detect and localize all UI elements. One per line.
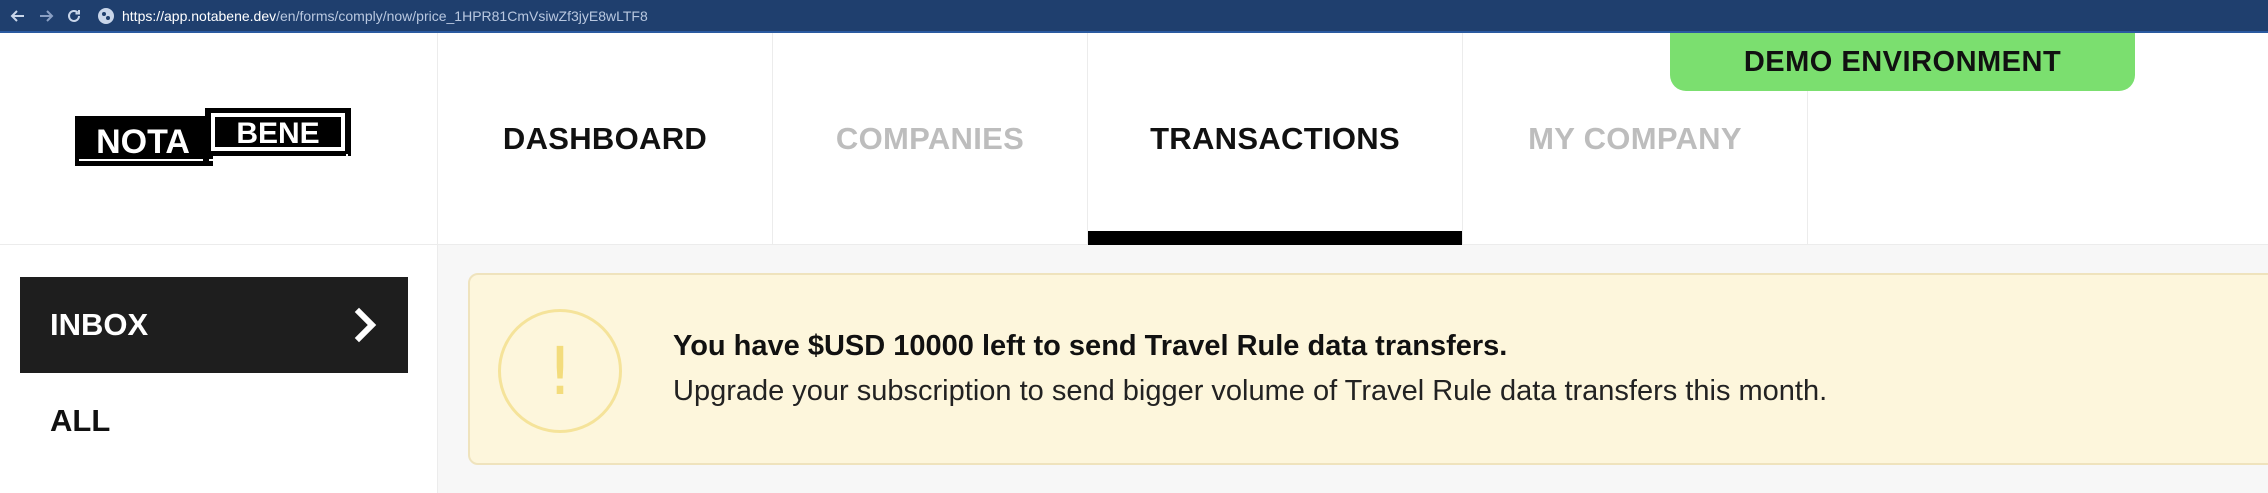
logo-text-nota: NOTA: [96, 123, 190, 161]
tab-label: DASHBOARD: [502, 120, 708, 156]
sidebar-item-all[interactable]: ALL: [20, 373, 408, 469]
alert-text: Upgrade your subscription to send bigger…: [673, 375, 1828, 407]
tab-dashboard[interactable]: DASHBOARD: [438, 33, 773, 245]
sidebar-item-label: ALL: [50, 403, 111, 438]
notabene-logo[interactable]: NOTA BENE: [75, 108, 351, 168]
logo-area: NOTA BENE: [0, 33, 438, 245]
url-field[interactable]: https://app.notabene.dev/en/forms/comply…: [98, 3, 648, 29]
demo-environment-badge: DEMO ENVIRONMENT: [1670, 33, 2135, 91]
arrow-left-icon[interactable]: [4, 2, 32, 30]
active-tab-indicator: [1088, 231, 1462, 245]
warning-icon: !: [498, 309, 622, 433]
subscription-alert: ! You have $USD 10000 left to send Trave…: [468, 273, 2268, 465]
tab-label: MY COMPANY: [1528, 120, 1742, 156]
site-info-icon[interactable]: [98, 7, 114, 24]
sidebar-item-inbox[interactable]: INBOX: [20, 277, 408, 373]
alert-title: You have $USD 10000 left to send Travel …: [673, 330, 1508, 362]
reload-icon[interactable]: [60, 2, 88, 30]
logo-text-bene: BENE: [236, 117, 319, 150]
sidebar-item-label: INBOX: [50, 307, 149, 342]
main-nav-tabs: DASHBOARD COMPANIES TRANSACTIONS MY COMP…: [438, 33, 1808, 245]
main-content: ! You have $USD 10000 left to send Trave…: [438, 245, 2268, 493]
browser-address-bar: https://app.notabene.dev/en/forms/comply…: [0, 0, 2268, 33]
url-path: /en/forms/comply/now/price_1HPR81CmVsiwZ…: [276, 7, 648, 24]
tab-companies[interactable]: COMPANIES: [773, 33, 1088, 245]
sidebar: INBOX ALL: [0, 245, 438, 493]
url-host: https://app.notabene.dev: [122, 7, 277, 24]
tab-transactions[interactable]: TRANSACTIONS: [1088, 33, 1463, 245]
arrow-right-icon[interactable]: [32, 2, 60, 30]
tab-label: TRANSACTIONS: [1150, 121, 1400, 156]
chevron-right-icon: [354, 307, 377, 343]
tab-label: COMPANIES: [835, 120, 1025, 156]
